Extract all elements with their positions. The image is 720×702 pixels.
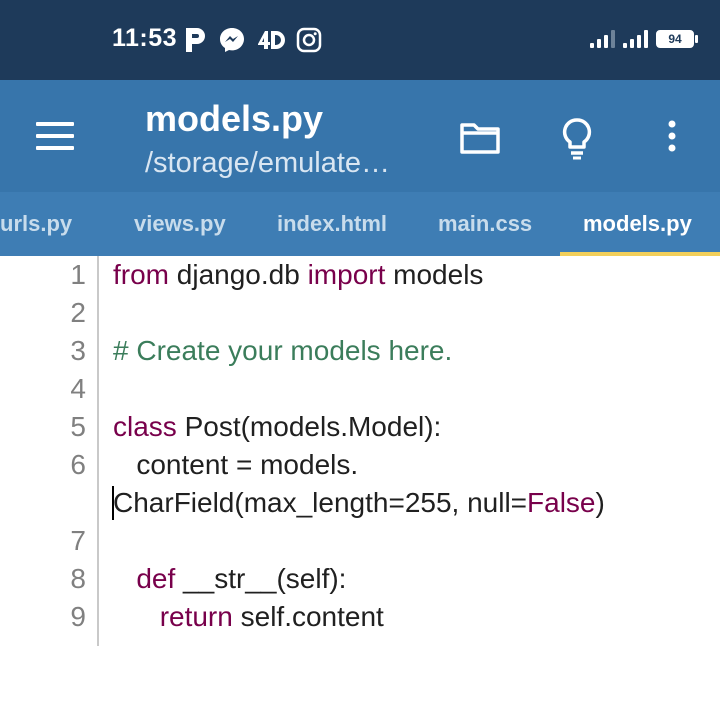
code-token-comment: # Create your models here. (113, 335, 453, 366)
code-line[interactable]: from django.db import models (113, 256, 483, 294)
code-token-plain: content = models. (113, 449, 359, 480)
tab-urls-py[interactable]: urls.py (0, 192, 72, 256)
code-token-plain: CharField(max_length=255, null= (113, 487, 528, 518)
code-token-keyword: False (527, 487, 596, 518)
status-bar: 11:53 94 (0, 0, 720, 80)
line-number: 4 (70, 373, 86, 404)
tab-main-css[interactable]: main.css (438, 192, 532, 256)
notification-icons (182, 26, 322, 54)
line-number: 8 (70, 563, 86, 594)
line-number: 6 (70, 449, 86, 480)
line-number: 5 (70, 411, 86, 442)
code-line[interactable]: content = models. (113, 446, 358, 484)
code-token-plain: __str__(self): (175, 563, 347, 594)
menu-icon[interactable] (36, 122, 76, 152)
code-token-keyword: import (307, 259, 386, 290)
code-line[interactable]: return self.content (113, 598, 384, 636)
folder-icon[interactable] (458, 116, 502, 160)
tab-views-py[interactable]: views.py (134, 192, 226, 256)
signal-sim2-icon (623, 28, 648, 48)
messenger-icon (220, 28, 244, 52)
line-number (0, 484, 86, 522)
line-number: 9 (70, 601, 86, 632)
tab-models-py[interactable]: models.py (583, 192, 692, 256)
code-token-plain: ) (595, 487, 605, 518)
code-token-plain: models (385, 259, 484, 290)
p-app-icon (186, 28, 205, 52)
tab-index-html[interactable]: index.html (277, 192, 387, 256)
code-line[interactable]: def __str__(self): (113, 560, 346, 598)
file-path: /storage/emulate… (145, 147, 391, 179)
code-token-keyword: return (159, 601, 233, 632)
system-status: 94 (590, 28, 698, 48)
instagram-icon (296, 27, 322, 53)
code-line[interactable]: class Post(models.Model): (113, 408, 441, 446)
line-number: 7 (70, 525, 86, 556)
code-token-keyword: from (113, 259, 169, 290)
code-editor[interactable]: 1 from django.db import models 2 3 # Create … (0, 256, 720, 702)
code-token-keyword: def (136, 563, 176, 594)
app-bar: models.py /storage/emulate… (0, 80, 720, 192)
battery-level: 94 (656, 30, 694, 48)
battery-icon: 94 (656, 30, 698, 48)
code-line[interactable]: CharField(max_length=255, null=False) (113, 484, 605, 522)
clock: 11:53 (112, 24, 178, 52)
code-token-plain: django.db (169, 259, 308, 290)
line-number: 2 (70, 297, 86, 328)
more-vert-icon[interactable] (650, 116, 694, 160)
lightbulb-icon[interactable] (555, 116, 599, 160)
code-token-plain: self.content (232, 601, 384, 632)
line-number: 3 (70, 335, 86, 366)
4d-app-icon (258, 31, 285, 49)
file-tabs: urls.py views.py index.html main.css mod… (0, 192, 720, 256)
code-token-plain: Post(models.Model): (176, 411, 442, 442)
code-token-keyword: class (113, 411, 177, 442)
file-title: models.py (145, 98, 324, 139)
code-line[interactable]: # Create your models here. (113, 332, 452, 370)
signal-sim1-icon (590, 28, 615, 48)
gutter-divider (97, 256, 99, 646)
line-number: 1 (70, 259, 86, 290)
